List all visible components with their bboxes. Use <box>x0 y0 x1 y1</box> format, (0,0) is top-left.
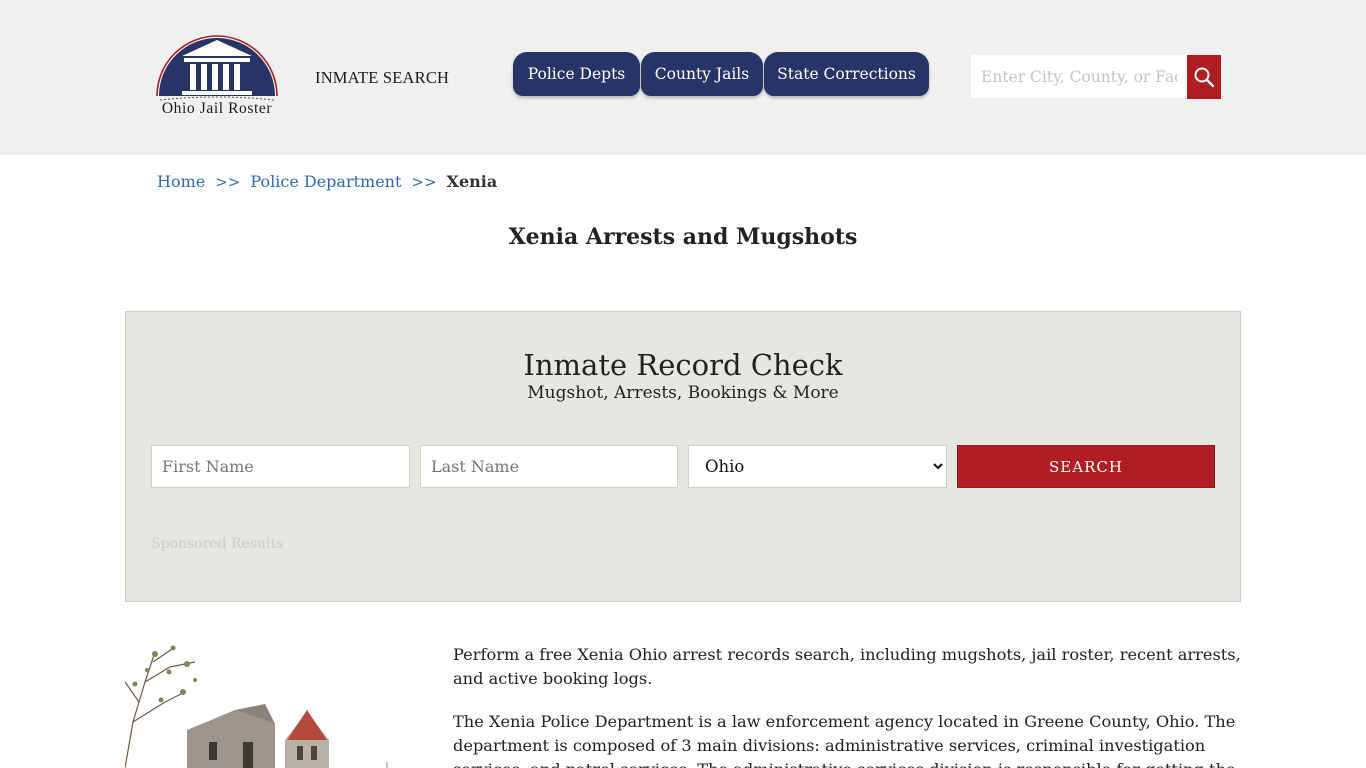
breadcrumb-separator: >> <box>215 172 241 191</box>
inmate-search-button[interactable]: SEARCH <box>957 445 1215 488</box>
description-paragraph: The Xenia Police Department is a law enf… <box>453 712 1236 768</box>
breadcrumb-police-department[interactable]: Police Department <box>250 172 401 191</box>
state-select[interactable]: Ohio <box>688 445 947 488</box>
nav-county-jails[interactable]: County Jails <box>641 52 763 96</box>
intro-paragraph: Perform a free Xenia Ohio arrest records… <box>453 645 1241 688</box>
nav-police-depts[interactable]: Police Depts <box>513 52 640 96</box>
last-name-input[interactable] <box>420 445 678 488</box>
page-title: Xenia Arrests and Mugshots <box>508 224 858 250</box>
breadcrumb-current: Xenia <box>446 172 498 191</box>
breadcrumb-separator: >> <box>411 172 437 191</box>
breadcrumb: Home >> Police Department >> Xenia <box>157 172 497 191</box>
site-logo[interactable]: Ohio Jail Roster <box>146 34 288 124</box>
courthouse-photo-image <box>125 642 390 768</box>
panel-subtitle: Mugshot, Arrests, Bookings & More <box>527 383 839 403</box>
inmate-search-link[interactable]: INMATE SEARCH <box>315 68 449 88</box>
search-icon <box>1194 67 1215 88</box>
facility-search-button[interactable] <box>1187 55 1221 99</box>
breadcrumb-home[interactable]: Home <box>157 172 205 191</box>
panel-title: Inmate Record Check <box>523 348 843 382</box>
inmate-record-check-panel: Inmate Record Check Mugshot, Arrests, Bo… <box>125 311 1241 602</box>
first-name-input[interactable] <box>151 445 410 488</box>
site-header: Ohio Jail Roster INMATE SEARCH Police De… <box>0 0 1366 155</box>
courthouse-logo-icon <box>156 35 278 101</box>
logo-text: Ohio Jail Roster <box>161 100 273 117</box>
xenia-courthouse-photo <box>125 642 390 768</box>
sponsored-results-label: Sponsored Results <box>151 536 284 552</box>
nav-state-corrections[interactable]: State Corrections <box>764 52 929 96</box>
facility-search-input[interactable] <box>971 55 1187 98</box>
